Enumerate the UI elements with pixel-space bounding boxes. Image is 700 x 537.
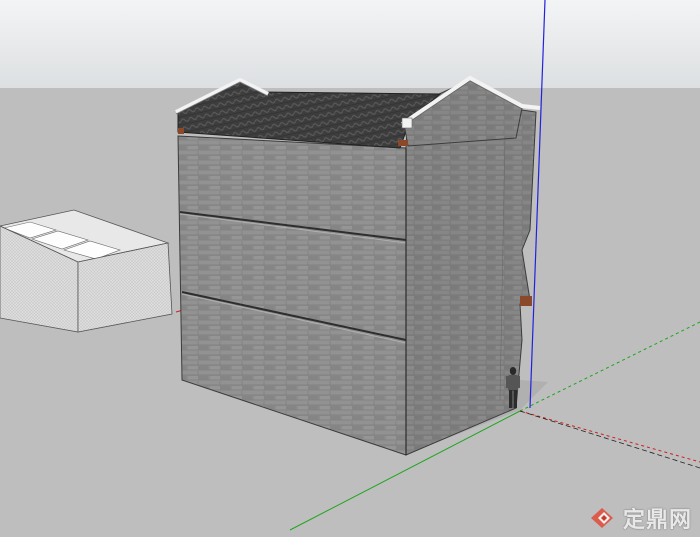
sky-background <box>0 0 700 90</box>
watermark-text: 定鼎网 <box>622 508 692 533</box>
dingding-logo-icon <box>590 508 613 528</box>
sketchup-viewport[interactable] <box>0 0 700 537</box>
watermark: 定鼎网 <box>589 503 692 533</box>
